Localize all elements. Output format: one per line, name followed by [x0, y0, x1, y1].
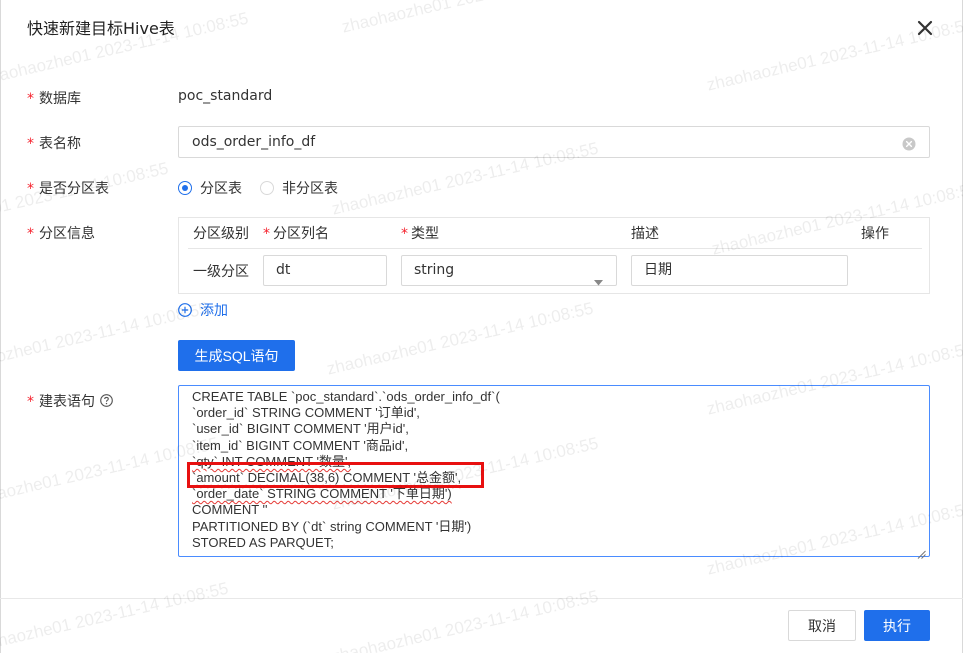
table-name-input[interactable]: ods_order_info_df	[178, 126, 930, 158]
dialog-left-edge	[0, 0, 1, 653]
partition-info-label-text: 分区信息	[39, 226, 95, 242]
partitioned-label: * 是否分区表	[27, 178, 109, 198]
col-header-actions: 操作	[861, 226, 889, 242]
footer-divider	[0, 598, 963, 599]
ddl-line: `order_date` STRING COMMENT '下单日期')	[192, 486, 452, 502]
ddl-label-text: 建表语句	[39, 394, 95, 410]
required-mark: *	[263, 226, 270, 242]
required-mark: *	[27, 91, 34, 107]
watermark-text: zhaohaozhe01 2023-11-14 10:08:55	[330, 586, 601, 653]
col-header-desc: 描述	[631, 226, 659, 242]
partition-desc-input[interactable]: 日期	[631, 255, 848, 286]
ddl-line: COMMENT ''	[192, 502, 268, 518]
required-mark: *	[27, 394, 34, 410]
watermark-text: zhaohaozhe01 2023-11-14 10:08:55	[325, 298, 596, 379]
radio-partitioned[interactable]: 分区表	[178, 178, 242, 198]
watermark-text: zhaohaozhe01 2023-11-14 10:08:55	[0, 578, 231, 653]
resize-handle-icon[interactable]	[917, 544, 926, 559]
ddl-line: PARTITIONED BY (`dt` string COMMENT '日期'…	[192, 518, 472, 534]
add-partition-label: 添加	[200, 303, 228, 319]
database-label-text: 数据库	[39, 91, 81, 107]
required-mark: *	[27, 136, 34, 152]
table-name-value: ods_order_info_df	[192, 134, 316, 150]
caret-down-icon	[594, 268, 603, 296]
col-header-type-text: 类型	[411, 226, 439, 242]
create-hive-table-dialog: 快速新建目标Hive表 * 数据库 poc_standard * 表名称 ods_o…	[0, 0, 963, 653]
cancel-button[interactable]: 取消	[788, 610, 856, 641]
radio-not-partitioned-label: 非分区表	[282, 181, 338, 197]
radio-unchecked-icon	[260, 181, 274, 195]
ddl-line: `user_id` BIGINT COMMENT '用户id',	[192, 421, 409, 437]
watermark-text: zhaohaozhe01 2023-11-14 10:08:55	[340, 0, 610, 37]
col-header-level: 分区级别	[193, 226, 249, 242]
table-name-label-text: 表名称	[39, 136, 81, 152]
question-circle-icon[interactable]	[100, 394, 113, 407]
col-header-type: * 类型	[401, 223, 439, 243]
database-label: * 数据库	[27, 88, 81, 108]
add-partition-button[interactable]: 添加	[178, 300, 228, 320]
row-level: 一级分区	[193, 264, 249, 280]
required-mark: *	[401, 226, 408, 242]
radio-not-partitioned[interactable]: 非分区表	[260, 178, 338, 198]
ddl-line: `item_id` BIGINT COMMENT '商品id',	[192, 437, 409, 453]
database-value: poc_standard	[178, 88, 273, 104]
table-divider	[188, 248, 922, 249]
partition-table: 分区级别 * 分区列名 * 类型 描述 操作 一级分区 dt string 日期	[178, 217, 930, 294]
ddl-textarea[interactable]: CREATE TABLE `poc_standard`.`ods_order_i…	[178, 385, 930, 559]
required-mark: *	[27, 181, 34, 197]
radio-checked-icon	[178, 181, 192, 195]
partition-type-select[interactable]: string	[401, 255, 617, 286]
partition-name-input[interactable]: dt	[263, 255, 387, 286]
clear-icon[interactable]	[902, 136, 916, 151]
close-icon[interactable]	[913, 16, 937, 40]
partition-info-label: * 分区信息	[27, 223, 95, 243]
ddl-label: * 建表语句	[27, 391, 113, 411]
partitioned-label-text: 是否分区表	[39, 181, 109, 197]
ddl-line: `qty` INT COMMENT '数量',	[192, 453, 352, 469]
dialog-title: 快速新建目标Hive表	[27, 19, 175, 38]
generate-sql-button[interactable]: 生成SQL语句	[178, 340, 295, 371]
required-mark: *	[27, 226, 34, 242]
table-name-label: * 表名称	[27, 133, 81, 153]
ddl-text: CREATE TABLE `poc_standard`.`ods_order_i…	[192, 389, 500, 551]
radio-partitioned-label: 分区表	[200, 181, 242, 197]
plus-circle-icon	[178, 303, 192, 317]
ddl-line: `order_id` STRING COMMENT '订单id',	[192, 405, 420, 421]
col-header-name: * 分区列名	[263, 223, 329, 243]
ddl-line: CREATE TABLE `poc_standard`.`ods_order_i…	[192, 389, 500, 404]
ddl-line: STORED AS PARQUET;	[192, 534, 334, 550]
execute-button[interactable]: 执行	[864, 610, 930, 641]
partition-type-value: string	[414, 262, 455, 278]
col-header-name-text: 分区列名	[273, 226, 329, 242]
ddl-line: `amount` DECIMAL(38,6) COMMENT '总金额',	[192, 470, 462, 486]
